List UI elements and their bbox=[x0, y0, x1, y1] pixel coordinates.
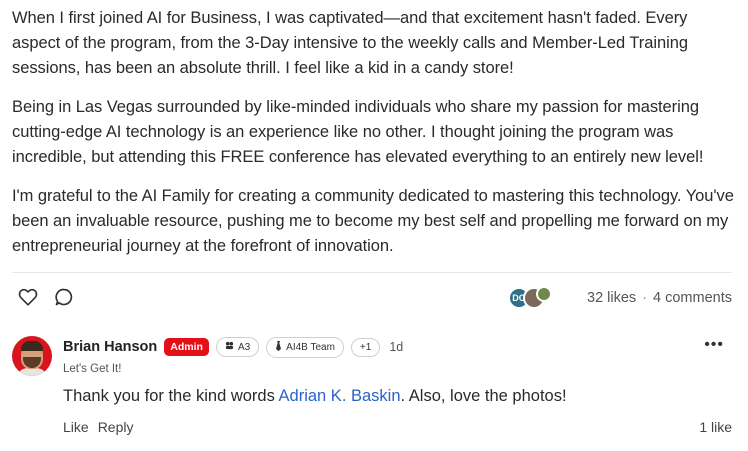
divider bbox=[12, 272, 732, 273]
post-paragraph: When I first joined AI for Business, I w… bbox=[12, 9, 688, 77]
liker-avatars[interactable]: DO bbox=[508, 286, 552, 309]
chip-a3[interactable]: A3 bbox=[215, 337, 260, 357]
comment-time: 1d bbox=[389, 340, 404, 354]
comment-text-start: Thank you for the kind words bbox=[63, 387, 279, 405]
reply-button[interactable]: Reply bbox=[98, 419, 134, 435]
user-mention[interactable]: Adrian K. Baskin bbox=[279, 387, 401, 405]
likes-count[interactable]: 32 likes bbox=[587, 290, 636, 306]
comment-bubble-icon[interactable] bbox=[53, 286, 75, 308]
like-button[interactable]: Like bbox=[63, 419, 89, 435]
chip-label: AI4B Team bbox=[286, 341, 335, 353]
post-actions bbox=[17, 286, 75, 308]
avatar[interactable] bbox=[12, 336, 52, 376]
comment-likes[interactable]: 1 like bbox=[699, 419, 732, 435]
comment-author[interactable]: Brian Hanson bbox=[63, 339, 157, 355]
post-body: When I first joined AI for Business, I w… bbox=[12, 0, 737, 273]
more-icon[interactable]: ••• bbox=[704, 336, 724, 354]
comment-text-end: . Also, love the photos! bbox=[400, 387, 567, 405]
author-tagline: Let's Get It! bbox=[63, 363, 122, 375]
group-icon bbox=[225, 341, 234, 353]
stats-separator: · bbox=[642, 290, 648, 306]
comment-actions: Like Reply bbox=[63, 419, 133, 435]
tie-icon bbox=[275, 340, 282, 354]
post-paragraph: Being in Las Vegas surrounded by like-mi… bbox=[12, 98, 704, 166]
liker-avatar bbox=[536, 286, 552, 302]
chip-team[interactable]: AI4B Team bbox=[266, 336, 344, 358]
heart-icon[interactable] bbox=[17, 286, 39, 308]
admin-badge: Admin bbox=[164, 338, 209, 356]
comments-count[interactable]: 4 comments bbox=[653, 290, 732, 306]
engagement-stats: 32 likes · 4 comments bbox=[587, 290, 732, 306]
comment-header: Brian Hanson Admin A3 AI4B Team +1 1d bbox=[63, 336, 403, 358]
post-paragraph: I'm grateful to the AI Family for creati… bbox=[12, 187, 734, 255]
comment-text: Thank you for the kind words Adrian K. B… bbox=[63, 387, 567, 406]
chip-more[interactable]: +1 bbox=[350, 337, 381, 357]
chip-label: A3 bbox=[237, 341, 251, 353]
